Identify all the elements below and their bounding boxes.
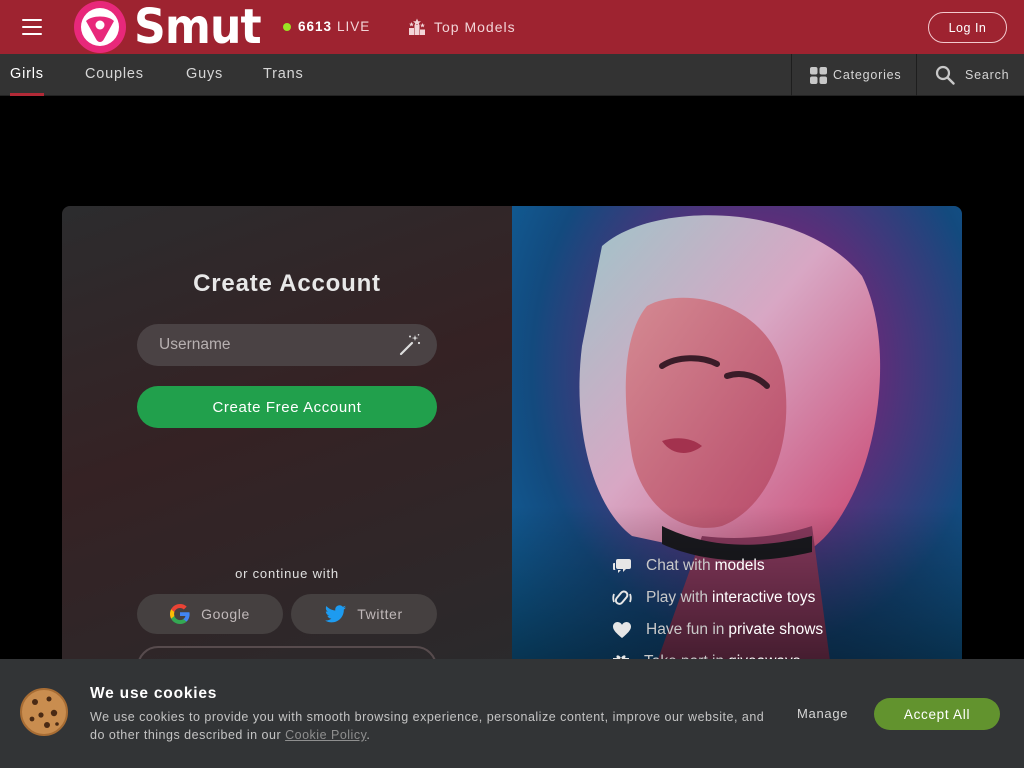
page-title: Create Account bbox=[193, 270, 381, 297]
heart-icon bbox=[613, 622, 631, 638]
accept-all-cookies-button[interactable]: Accept All bbox=[874, 698, 1000, 730]
feature-prefix: Chat with bbox=[646, 557, 711, 574]
username-input[interactable] bbox=[137, 324, 437, 366]
vibration-icon bbox=[612, 590, 632, 605]
google-login-button[interactable]: Google bbox=[137, 594, 283, 634]
feature-highlight: private shows bbox=[728, 621, 824, 638]
continue-with-label: or continue with bbox=[235, 566, 339, 581]
google-label: Google bbox=[201, 606, 250, 622]
search-label: Search bbox=[965, 68, 1010, 82]
top-models-link[interactable]: Top Models bbox=[408, 18, 516, 36]
feature-list: Chat with models Play with interactive t… bbox=[612, 550, 823, 676]
cookie-title: We use cookies bbox=[90, 685, 218, 702]
live-status-dot bbox=[283, 22, 291, 31]
cookie-text: We use cookies to provide you with smoot… bbox=[90, 710, 765, 742]
feature-item: Have fun in private shows bbox=[612, 614, 823, 646]
live-counter[interactable]: 6613 LIVE bbox=[283, 19, 370, 34]
logo-text: Smut bbox=[134, 0, 262, 55]
feature-prefix: Play with bbox=[646, 589, 709, 606]
signup-card: Create Account Create Free Account or co… bbox=[62, 206, 962, 676]
promo-panel: Chat with models Play with interactive t… bbox=[512, 206, 962, 676]
feature-prefix: Have fun in bbox=[646, 621, 725, 638]
login-button[interactable]: Log In bbox=[928, 12, 1007, 43]
category-nav: Girls Couples Guys Trans Categories Sear… bbox=[0, 54, 1024, 96]
podium-icon bbox=[409, 18, 425, 35]
search-icon bbox=[935, 65, 955, 85]
site-logo[interactable]: Smut bbox=[74, 1, 272, 53]
live-count: 6613 bbox=[298, 19, 333, 34]
cookie-policy-link[interactable]: Cookie Policy bbox=[285, 728, 366, 742]
tab-couples[interactable]: Couples bbox=[85, 54, 144, 96]
manage-cookies-button[interactable]: Manage bbox=[797, 706, 848, 721]
top-models-label: Top Models bbox=[434, 19, 516, 35]
tab-guys[interactable]: Guys bbox=[186, 54, 223, 96]
twitter-login-button[interactable]: Twitter bbox=[291, 594, 437, 634]
logo-mark-icon bbox=[74, 1, 126, 53]
feature-highlight: interactive toys bbox=[712, 589, 816, 606]
tab-girls[interactable]: Girls bbox=[10, 54, 44, 96]
feature-highlight: models bbox=[714, 557, 765, 574]
categories-label: Categories bbox=[833, 68, 902, 82]
cookie-description: We use cookies to provide you with smoot… bbox=[90, 708, 780, 744]
hamburger-menu-icon[interactable] bbox=[22, 19, 42, 35]
create-free-account-button[interactable]: Create Free Account bbox=[137, 386, 437, 428]
cookie-icon bbox=[20, 688, 68, 736]
twitter-label: Twitter bbox=[357, 606, 403, 622]
google-icon bbox=[170, 604, 190, 624]
twitter-icon bbox=[325, 605, 347, 623]
feature-item: Chat with models bbox=[612, 550, 823, 582]
categories-button[interactable]: Categories bbox=[791, 54, 916, 96]
magic-wand-icon[interactable] bbox=[398, 333, 422, 357]
search-button[interactable]: Search bbox=[916, 54, 1024, 96]
tab-trans[interactable]: Trans bbox=[263, 54, 304, 96]
live-label: LIVE bbox=[337, 19, 371, 34]
cookie-text-suffix: . bbox=[366, 728, 371, 742]
signup-form-panel: Create Account Create Free Account or co… bbox=[62, 206, 512, 676]
feature-item: Play with interactive toys bbox=[612, 582, 823, 614]
top-header: Smut 6613 LIVE Top Models Log In bbox=[0, 0, 1024, 54]
grid-icon bbox=[810, 66, 827, 84]
chat-icon bbox=[613, 559, 631, 573]
